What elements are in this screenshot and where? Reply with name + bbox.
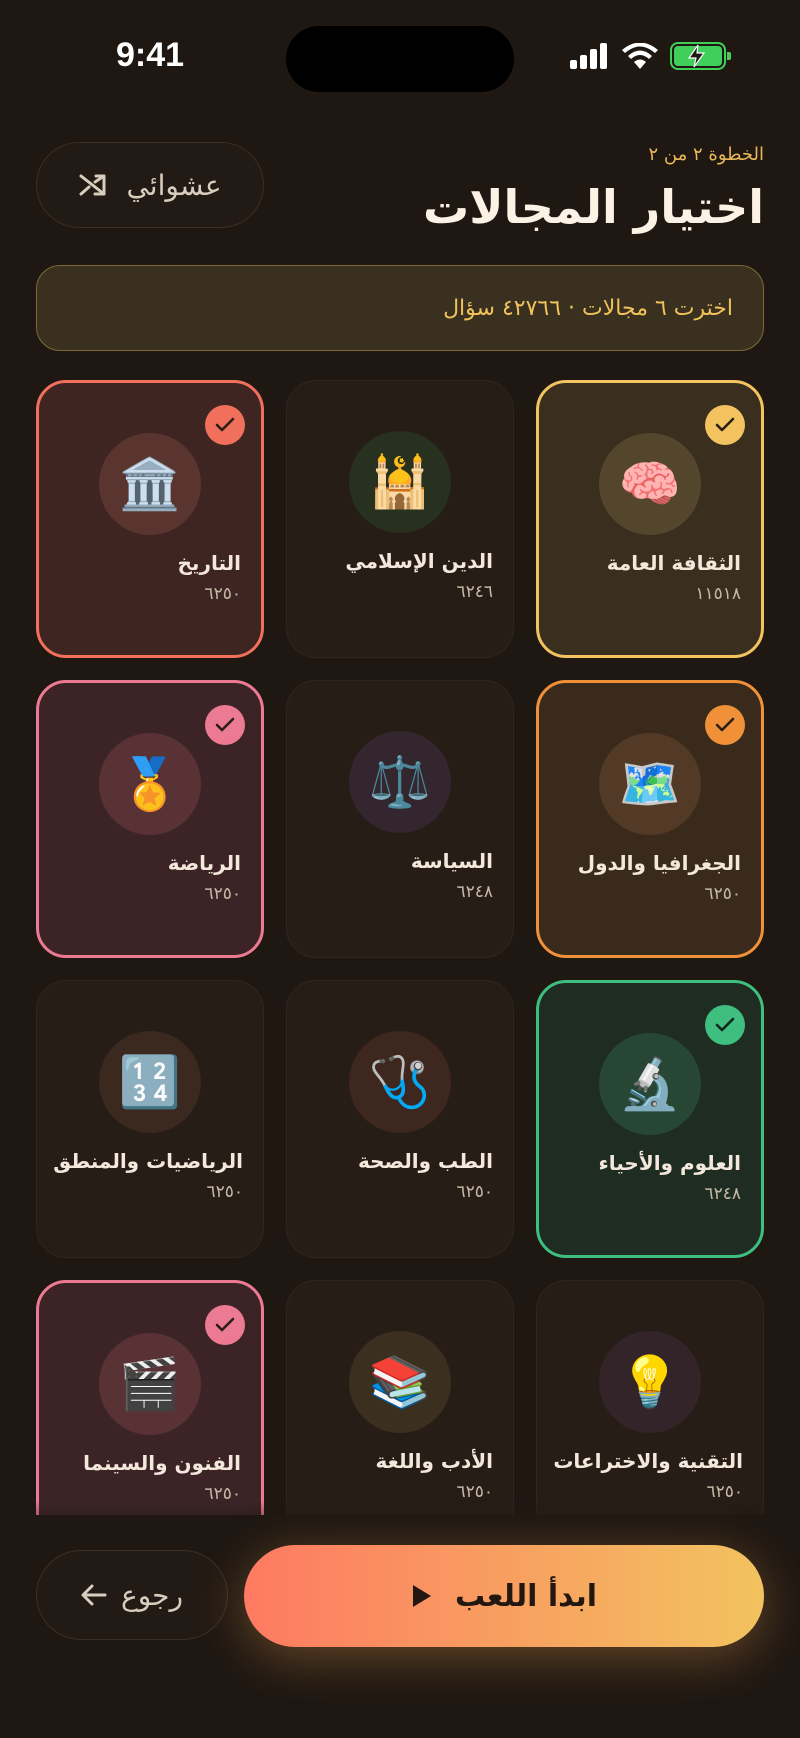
status-time: 9:41 [116,36,185,74]
dynamic-island [286,26,514,92]
play-label: ابدأ اللعب [454,1578,598,1614]
category-count: ٦٢٥٠ [204,884,241,904]
category-count: ٦٢٤٨ [456,882,493,902]
category-count: ٦٢٥٠ [456,1182,493,1202]
random-label: عشوائي [126,168,222,202]
category-card[interactable]: 🔬 العلوم والأحياء ٦٢٤٨ [536,980,764,1258]
category-card[interactable]: 🔢 الرياضيات والمنطق ٦٢٥٠ [36,980,264,1258]
category-card[interactable]: 📚 الأدب واللغة ٦٢٥٠ [286,1280,514,1515]
check-icon [705,405,745,445]
wifi-icon [622,43,658,69]
category-count: ٦٢٥٠ [206,1182,243,1202]
start-game-button[interactable]: ابدأ اللعب [244,1545,764,1647]
balance-scale-icon: ⚖️ [349,731,451,833]
category-label: الدين الإسلامي [345,549,493,573]
category-card[interactable]: ⚖️ السياسة ٦٢٤٨ [286,680,514,958]
numbers-icon: 🔢 [99,1031,201,1133]
map-icon: 🗺️ [599,733,701,835]
category-card[interactable]: 🏅 الرياضة ٦٢٥٠ [36,680,264,958]
category-card[interactable]: 🧠 الثقافة العامة ١١٥١٨ [536,380,764,658]
category-label: الأدب واللغة [375,1449,493,1473]
shuffle-icon [79,174,106,196]
back-label: رجوع [121,1578,184,1612]
category-count: ١١٥١٨ [695,584,741,604]
category-count: ٦٢٥٠ [704,884,741,904]
category-label: العلوم والأحياء [598,1151,741,1175]
category-label: الثقافة العامة [606,551,741,575]
category-count: ٦٢٥٠ [706,1482,743,1502]
category-count: ٦٢٤٨ [704,1184,741,1204]
classical-building-icon: 🏛️ [99,433,201,535]
category-card[interactable]: 🎬 الفنون والسينما ٦٢٥٠ [36,1280,264,1515]
light-bulb-icon: 💡 [599,1331,701,1433]
category-label: الرياضيات والمنطق [53,1149,243,1173]
selection-summary: اخترت ٦ مجالات · ٤٢٧٦٦ سؤال [36,265,764,351]
clapper-board-icon: 🎬 [99,1333,201,1435]
category-count: ٦٢٥٠ [456,1482,493,1502]
check-icon [205,405,245,445]
check-icon [705,705,745,745]
category-label: السياسة [410,849,493,873]
category-label: الفنون والسينما [83,1451,241,1475]
status-bar: 9:41 [0,0,800,120]
check-icon [705,1005,745,1045]
random-button[interactable]: عشوائي [36,142,264,228]
microscope-icon: 🔬 [599,1033,701,1135]
category-label: الرياضة [167,851,241,875]
category-label: التقنية والاختراعات [553,1449,743,1473]
category-label: الجغرافيا والدول [577,851,741,875]
category-count: ٦٢٥٠ [204,584,241,604]
category-card[interactable]: 🕌 الدين الإسلامي ٦٢٤٦ [286,380,514,658]
summary-text: اخترت ٦ مجالات · ٤٢٧٦٦ سؤال [443,295,733,321]
back-button[interactable]: رجوع [36,1550,228,1640]
brain-icon: 🧠 [599,433,701,535]
page-title: اختيار المجالات [422,180,764,234]
category-label: الطب والصحة [357,1149,493,1173]
stethoscope-icon: 🩺 [349,1031,451,1133]
category-card[interactable]: 💡 التقنية والاختراعات ٦٢٥٠ [536,1280,764,1515]
category-label: التاريخ [177,551,241,575]
category-card[interactable]: 🩺 الطب والصحة ٦٢٥٠ [286,980,514,1258]
categories-grid: 🧠 الثقافة العامة ١١٥١٨ 🕌 الدين الإسلامي … [36,380,764,1515]
signal-icon [570,43,607,69]
category-card[interactable]: 🗺️ الجغرافيا والدول ٦٢٥٠ [536,680,764,958]
medal-icon: 🏅 [99,733,201,835]
arrow-left-icon [81,1584,107,1606]
step-indicator: الخطوة ٢ من ٢ [648,144,764,165]
check-icon [205,705,245,745]
category-count: ٦٢٤٦ [456,582,493,602]
category-card[interactable]: 🏛️ التاريخ ٦٢٥٠ [36,380,264,658]
status-icons [570,42,731,70]
books-icon: 📚 [349,1331,451,1433]
battery-icon [670,42,731,70]
check-icon [205,1305,245,1345]
play-icon [412,1585,431,1607]
mosque-icon: 🕌 [349,431,451,533]
